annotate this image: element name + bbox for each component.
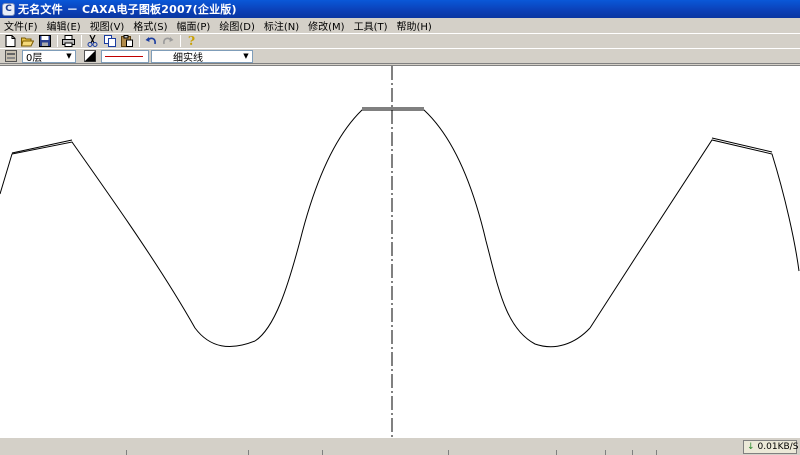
layer-select-value: 0层 [26,52,43,64]
help-icon: ? [187,34,196,48]
status-divider [126,450,127,455]
chevron-down-icon[interactable]: ▼ [64,52,74,61]
copy-icon [103,35,116,47]
status-divider [605,450,606,455]
window-title: 无名文件 － CAXA电子图板2007(企业版) [18,3,237,16]
linetype-select[interactable]: 细实线 ▼ [151,49,253,64]
status-divider [632,450,633,455]
layers-icon [4,50,17,62]
open-folder-icon [21,37,34,46]
drawing-canvas[interactable] [0,65,800,438]
gear-tooth-drawing [0,66,800,438]
redo-icon [162,36,173,44]
menu-file[interactable]: 文件(F) [4,18,38,33]
tooth-profile-right [589,139,800,329]
menu-sheet[interactable]: 幅面(P) [177,18,211,33]
linetype-select-value: 细实线 [173,52,203,64]
menu-dimension[interactable]: 标注(N) [264,18,299,33]
network-speed-value: 0.01KB/S [757,442,799,452]
toolbar-separator [81,35,82,47]
menu-bar: 文件(F) 编辑(E) 视图(V) 格式(S) 幅面(P) 绘图(D) 标注(N… [0,18,800,33]
standard-toolbar: ? [0,33,800,48]
menu-help[interactable]: 帮助(H) [397,18,432,33]
paste-button[interactable] [119,35,134,48]
layer-manager-button[interactable] [3,50,18,63]
status-bar: ↓ 0.01KB/S [0,437,800,455]
status-divider [656,450,657,455]
download-arrow-icon: ↓ [747,442,755,452]
menu-format[interactable]: 格式(S) [133,18,167,33]
caxa-app-icon[interactable]: C [2,2,15,16]
cut-icon [87,35,98,47]
print-button[interactable] [61,35,76,48]
menu-tools[interactable]: 工具(T) [354,18,388,33]
line-color-sample [105,55,143,57]
toolbar-separator [139,35,140,47]
redo-button[interactable] [160,35,175,48]
tooth-profile-center [254,109,591,348]
undo-button[interactable] [143,35,158,48]
new-file-icon [5,35,16,47]
network-speed-indicator[interactable]: ↓ 0.01KB/S [743,440,799,454]
help-button[interactable]: ? [184,34,199,48]
undo-icon [145,36,156,44]
save-icon [38,35,51,47]
chevron-down-icon[interactable]: ▼ [241,52,251,61]
print-icon [62,35,75,47]
status-divider [448,450,449,455]
status-divider [248,450,249,455]
menu-view[interactable]: 视图(V) [90,18,125,33]
save-button[interactable] [37,35,52,48]
tooth-tip-left [11,139,73,154]
paste-icon [120,35,133,47]
color-button[interactable] [82,50,97,63]
new-file-button[interactable] [3,35,18,48]
copy-button[interactable] [102,35,117,48]
color-swatch-icon [83,50,96,62]
toolbar-separator [57,35,58,47]
status-divider [556,450,557,455]
tooth-profile-left [0,141,256,348]
title-bar: C 无名文件 － CAXA电子图板2007(企业版) [0,0,800,18]
layer-select[interactable]: 0层 ▼ [22,49,76,64]
toolbar-separator [180,35,181,47]
menu-draw[interactable]: 绘图(D) [219,18,255,33]
cut-button[interactable] [85,35,100,48]
open-button[interactable] [20,35,35,48]
color-select[interactable] [101,49,149,63]
menu-edit[interactable]: 编辑(E) [47,18,81,33]
status-divider [322,450,323,455]
tooth-tip-right [711,137,773,153]
menu-modify[interactable]: 修改(M) [308,18,344,33]
property-toolbar: 0层 ▼ 细实线 ▼ [0,48,800,64]
